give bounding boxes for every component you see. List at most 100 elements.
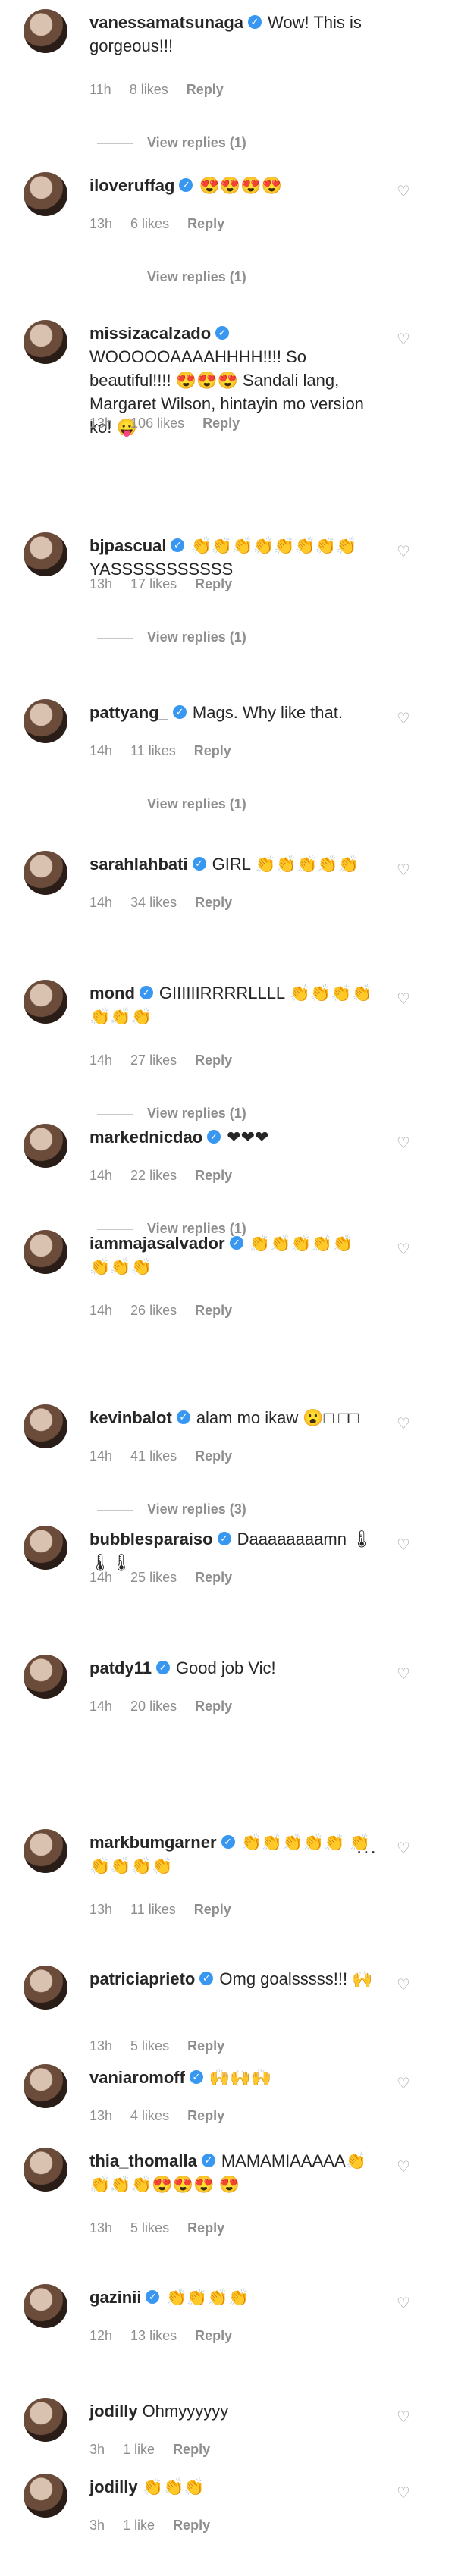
reply-button[interactable]: Reply — [173, 2442, 210, 2457]
like-heart-icon[interactable]: ♡ — [397, 1978, 410, 1993]
avatar[interactable] — [24, 2064, 67, 2108]
username-link[interactable]: kevinbalot — [89, 1408, 172, 1427]
avatar[interactable] — [24, 532, 67, 576]
username-link[interactable]: jodilly — [89, 2402, 138, 2421]
avatar[interactable] — [24, 1829, 67, 1873]
like-heart-icon[interactable]: ♡ — [397, 2296, 410, 2311]
view-replies-button[interactable]: View replies (1) — [97, 1106, 246, 1122]
avatar[interactable] — [24, 1404, 67, 1448]
likes-count[interactable]: 4 likes — [130, 2108, 169, 2123]
likes-count[interactable]: 22 likes — [130, 1168, 177, 1183]
reply-button[interactable]: Reply — [187, 2038, 224, 2054]
username-link[interactable]: jodilly — [89, 2477, 138, 2496]
view-replies-button[interactable]: View replies (1) — [97, 629, 246, 645]
likes-count[interactable]: 1 like — [123, 2442, 155, 2457]
like-heart-icon[interactable]: ♡ — [397, 2076, 410, 2091]
reply-button[interactable]: Reply — [202, 416, 240, 431]
username-link[interactable]: mond — [89, 984, 135, 1002]
username-link[interactable]: patriciaprieto — [89, 1969, 195, 1988]
reply-button[interactable]: Reply — [187, 82, 224, 97]
username-link[interactable]: markbumgarner — [89, 1833, 217, 1852]
reply-button[interactable]: Reply — [195, 895, 232, 910]
likes-count[interactable]: 1 like — [123, 2518, 155, 2533]
reply-button[interactable]: Reply — [195, 1448, 232, 1464]
username-link[interactable]: bjpascual — [89, 536, 166, 555]
avatar[interactable] — [24, 1655, 67, 1699]
reply-button[interactable]: Reply — [173, 2518, 210, 2533]
username-link[interactable]: patdy11 — [89, 1658, 152, 1677]
likes-count[interactable]: 11 likes — [130, 743, 176, 758]
reply-button[interactable]: Reply — [195, 576, 232, 591]
reply-button[interactable]: Reply — [195, 1699, 232, 1714]
likes-count[interactable]: 41 likes — [130, 1448, 177, 1464]
likes-count[interactable]: 26 likes — [130, 1303, 177, 1318]
like-heart-icon[interactable]: ♡ — [397, 1242, 410, 1257]
reply-button[interactable]: Reply — [187, 2108, 224, 2123]
likes-count[interactable]: 13 likes — [130, 2328, 177, 2343]
username-link[interactable]: bubblesparaiso — [89, 1530, 213, 1548]
avatar[interactable] — [24, 2398, 67, 2442]
reply-button[interactable]: Reply — [194, 743, 231, 758]
avatar[interactable] — [24, 9, 67, 53]
like-heart-icon[interactable]: ♡ — [397, 1538, 410, 1553]
likes-count[interactable]: 34 likes — [130, 895, 177, 910]
reply-button[interactable]: Reply — [194, 1902, 231, 1917]
like-heart-icon[interactable]: ♡ — [397, 2160, 410, 2175]
reply-button[interactable]: Reply — [195, 1168, 232, 1183]
avatar[interactable] — [24, 1966, 67, 2010]
likes-count[interactable]: 106 likes — [130, 416, 184, 431]
username-link[interactable]: sarahlahbati — [89, 855, 188, 874]
likes-count[interactable]: 11 likes — [130, 1902, 176, 1917]
likes-count[interactable]: 8 likes — [130, 82, 168, 97]
likes-count[interactable]: 5 likes — [130, 2220, 169, 2236]
username-link[interactable]: vanessamatsunaga — [89, 13, 243, 32]
avatar[interactable] — [24, 2148, 67, 2192]
username-link[interactable]: iammajasalvador — [89, 1234, 225, 1253]
avatar[interactable] — [24, 851, 67, 895]
like-heart-icon[interactable]: ♡ — [397, 711, 410, 726]
like-heart-icon[interactable]: ♡ — [397, 1136, 410, 1151]
username-link[interactable]: gazinii — [89, 2288, 141, 2307]
reply-button[interactable]: Reply — [187, 2220, 224, 2236]
reply-button[interactable]: Reply — [187, 216, 224, 231]
avatar[interactable] — [24, 1124, 67, 1168]
view-replies-button[interactable]: View replies (1) — [97, 135, 246, 151]
more-options-icon[interactable]: ... — [356, 1835, 378, 1859]
like-heart-icon[interactable]: ♡ — [397, 1417, 410, 1432]
avatar[interactable] — [24, 320, 67, 364]
like-heart-icon[interactable]: ♡ — [397, 1841, 410, 1856]
username-link[interactable]: pattyang_ — [89, 703, 168, 722]
view-replies-button[interactable]: View replies (3) — [97, 1501, 246, 1517]
reply-button[interactable]: Reply — [195, 1053, 232, 1068]
avatar[interactable] — [24, 2284, 67, 2328]
view-replies-button[interactable]: View replies (1) — [97, 796, 246, 812]
like-heart-icon[interactable]: ♡ — [397, 992, 410, 1007]
reply-button[interactable]: Reply — [195, 2328, 232, 2343]
like-heart-icon[interactable]: ♡ — [397, 544, 410, 560]
avatar[interactable] — [24, 2474, 67, 2518]
likes-count[interactable]: 5 likes — [130, 2038, 169, 2054]
like-heart-icon[interactable]: ♡ — [397, 863, 410, 878]
likes-count[interactable]: 20 likes — [130, 1699, 177, 1714]
reply-button[interactable]: Reply — [195, 1570, 232, 1585]
username-link[interactable]: missizacalzado — [89, 324, 211, 343]
avatar[interactable] — [24, 1526, 67, 1570]
likes-count[interactable]: 27 likes — [130, 1053, 177, 1068]
likes-count[interactable]: 17 likes — [130, 576, 177, 591]
username-link[interactable]: markednicdao — [89, 1128, 202, 1147]
avatar[interactable] — [24, 1230, 67, 1274]
avatar[interactable] — [24, 699, 67, 743]
like-heart-icon[interactable]: ♡ — [397, 1667, 410, 1682]
like-heart-icon[interactable]: ♡ — [397, 2410, 410, 2425]
likes-count[interactable]: 25 likes — [130, 1570, 177, 1585]
username-link[interactable]: thia_thomalla — [89, 2151, 197, 2170]
like-heart-icon[interactable]: ♡ — [397, 332, 410, 347]
avatar[interactable] — [24, 172, 67, 216]
like-heart-icon[interactable]: ♡ — [397, 184, 410, 199]
avatar[interactable] — [24, 980, 67, 1024]
view-replies-button[interactable]: View replies (1) — [97, 269, 246, 285]
reply-button[interactable]: Reply — [195, 1303, 232, 1318]
username-link[interactable]: iloveruffag — [89, 176, 174, 195]
username-link[interactable]: vaniaromoff — [89, 2068, 185, 2087]
likes-count[interactable]: 6 likes — [130, 216, 169, 231]
